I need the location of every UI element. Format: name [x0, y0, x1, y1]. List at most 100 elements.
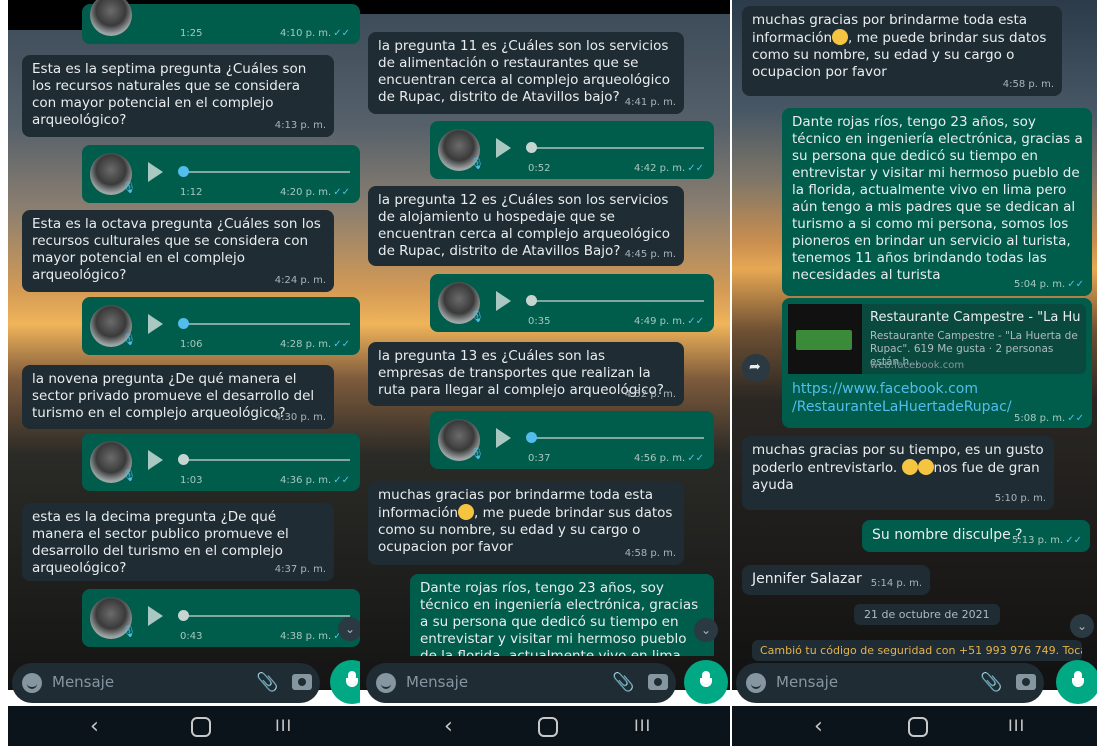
attach-icon[interactable]: 📎	[980, 672, 1002, 693]
voice-progress-track[interactable]	[530, 147, 704, 149]
message-time: 5:08 p. m. ✓✓	[1013, 413, 1084, 424]
voice-duration: 0:35	[528, 316, 551, 327]
voice-message[interactable]: 🎙 0:52 4:42 p. m. ✓✓	[430, 121, 714, 179]
play-icon[interactable]	[148, 450, 163, 470]
outgoing-message[interactable]: Su nombre disculpe ? 5:13 p. m. ✓✓	[862, 520, 1090, 552]
chat-panel-2: la pregunta 11 es ¿Cuáles son los servic…	[360, 0, 730, 746]
incoming-message[interactable]: la pregunta 12 es ¿Cuáles son los servic…	[368, 186, 684, 266]
message-time: 5:14 p. m.	[870, 578, 922, 589]
message-text: esta es la decima pregunta ¿De qué maner…	[32, 509, 289, 576]
security-code-notice[interactable]: Cambió tu código de seguridad con +51 99…	[752, 640, 1082, 661]
voice-message[interactable]: 🎙 0:35 4:49 p. m. ✓✓	[430, 274, 714, 332]
voice-progress-track[interactable]	[530, 437, 704, 439]
link-preview[interactable]: Restaurante Campestre - "La Huert... Res…	[788, 304, 1086, 374]
incoming-message[interactable]: Esta es la octava pregunta ¿Cuáles son l…	[22, 210, 334, 292]
message-time: 4:30 p. m.	[274, 412, 326, 423]
message-time: 4:20 p. m. ✓✓	[279, 187, 350, 198]
incoming-message[interactable]: Jennifer Salazar 5:14 p. m.	[742, 565, 930, 595]
incoming-message[interactable]: muchas gracias por su tiempo, es un gust…	[742, 436, 1054, 510]
message-input[interactable]: Mensaje	[52, 673, 114, 691]
voice-record-button[interactable]	[684, 660, 728, 704]
play-icon[interactable]	[148, 314, 163, 334]
voice-progress-handle[interactable]	[178, 318, 189, 329]
system-nav-bar: ‹ III	[732, 706, 1097, 746]
outgoing-message[interactable]: Dante rojas ríos, tengo 23 años, soy téc…	[410, 574, 714, 656]
voice-progress-handle[interactable]	[178, 454, 189, 465]
incoming-message[interactable]: la novena pregunta ¿De qué manera el sec…	[22, 365, 334, 429]
incoming-message[interactable]: muchas gracias por brindarme toda esta i…	[368, 481, 684, 565]
voice-progress-track[interactable]	[182, 459, 350, 461]
outgoing-link-message[interactable]: Restaurante Campestre - "La Huert... Res…	[782, 298, 1092, 428]
forward-icon[interactable]	[742, 354, 770, 382]
read-ticks-icon: ✓✓	[687, 453, 704, 464]
message-time: 5:13 p. m. ✓✓	[1011, 535, 1082, 546]
mic-icon: 🎙	[470, 447, 484, 460]
camera-icon[interactable]	[292, 674, 312, 690]
message-time: 4:45 p. m.	[624, 249, 676, 260]
voice-duration: 0:43	[180, 631, 203, 642]
recent-apps-button[interactable]: III	[1008, 716, 1025, 735]
mic-icon: 🎙	[122, 469, 136, 482]
message-input-bar[interactable]: Mensaje 📎	[366, 663, 676, 703]
attach-icon[interactable]: 📎	[256, 672, 278, 693]
voice-progress-handle[interactable]	[178, 610, 189, 621]
read-ticks-icon: ✓✓	[1067, 279, 1084, 290]
message-text: Su nombre disculpe ?	[872, 527, 1023, 543]
camera-icon[interactable]	[1016, 674, 1036, 690]
incoming-message[interactable]: esta es la decima pregunta ¿De qué maner…	[22, 503, 334, 581]
play-icon[interactable]	[496, 428, 511, 448]
incoming-message[interactable]: la pregunta 11 es ¿Cuáles son los servic…	[368, 32, 684, 114]
home-nav-button[interactable]	[191, 717, 211, 737]
voice-progress-handle[interactable]	[526, 295, 537, 306]
voice-duration: 1:06	[180, 339, 203, 350]
voice-progress-track[interactable]	[182, 171, 350, 173]
play-icon[interactable]	[496, 138, 511, 158]
scroll-down-button[interactable]: ⌄	[694, 618, 718, 642]
incoming-message[interactable]: la pregunta 13 es ¿Cuáles son las empres…	[368, 342, 684, 406]
outgoing-message[interactable]: Dante rojas ríos, tengo 23 años, soy téc…	[782, 108, 1092, 296]
emoji-icon[interactable]	[376, 673, 396, 693]
voice-progress-handle[interactable]	[526, 142, 537, 153]
attach-icon[interactable]: 📎	[612, 672, 634, 693]
scroll-down-button[interactable]: ⌄	[338, 617, 360, 641]
voice-message[interactable]: 🎙 1:06 4:28 p. m. ✓✓	[82, 297, 360, 355]
recent-apps-button[interactable]: III	[275, 716, 292, 735]
camera-icon[interactable]	[648, 674, 668, 690]
incoming-message[interactable]: muchas gracias por brindarme toda esta i…	[742, 6, 1062, 96]
voice-message[interactable]: 🎙 1:12 4:20 p. m. ✓✓	[82, 145, 360, 203]
voice-progress-handle[interactable]	[178, 166, 189, 177]
incoming-message[interactable]: Esta es la septima pregunta ¿Cuáles son …	[22, 55, 334, 137]
home-nav-button[interactable]	[908, 717, 928, 737]
back-nav-button[interactable]: ‹	[814, 714, 823, 739]
voice-message[interactable]: 🎙 0:43 4:38 p. m.✓✓	[82, 589, 360, 647]
back-nav-button[interactable]: ‹	[90, 714, 99, 739]
message-input-bar[interactable]: Mensaje 📎	[736, 663, 1044, 703]
link-url[interactable]: https://www.facebook.com/RestauranteLaHu…	[792, 380, 1012, 416]
message-text: Dante rojas ríos, tengo 23 años, soy téc…	[792, 114, 1083, 283]
recent-apps-button[interactable]: III	[634, 716, 651, 735]
home-nav-button[interactable]	[538, 717, 558, 737]
scroll-down-button[interactable]: ⌄	[1070, 614, 1094, 638]
play-icon[interactable]	[496, 291, 511, 311]
voice-progress-track[interactable]	[182, 323, 350, 325]
voice-record-button[interactable]	[1056, 660, 1097, 704]
emoji-icon[interactable]	[746, 673, 766, 693]
voice-message[interactable]: 🎙 0:37 4:56 p. m. ✓✓	[430, 411, 714, 469]
voice-message[interactable]: 🎙 1:03 4:36 p. m. ✓✓	[82, 433, 360, 491]
emoji-image	[901, 459, 918, 475]
voice-progress-handle[interactable]	[526, 432, 537, 443]
message-input-bar[interactable]: Mensaje 📎	[12, 663, 320, 703]
message-input[interactable]: Mensaje	[776, 673, 838, 691]
link-preview-site: web.facebook.com	[870, 360, 965, 371]
message-input[interactable]: Mensaje	[406, 673, 468, 691]
voice-progress-track[interactable]	[530, 300, 704, 302]
read-ticks-icon: ✓✓	[1067, 413, 1084, 424]
emoji-icon[interactable]	[22, 673, 42, 693]
message-time: 4:41 p. m.	[624, 97, 676, 108]
play-icon[interactable]	[148, 606, 163, 626]
voice-record-button[interactable]	[330, 660, 360, 704]
voice-message[interactable]: 1:25 4:10 p. m. ✓✓	[82, 0, 360, 44]
back-nav-button[interactable]: ‹	[444, 714, 453, 739]
play-icon[interactable]	[148, 162, 163, 182]
voice-progress-track[interactable]	[182, 615, 350, 617]
